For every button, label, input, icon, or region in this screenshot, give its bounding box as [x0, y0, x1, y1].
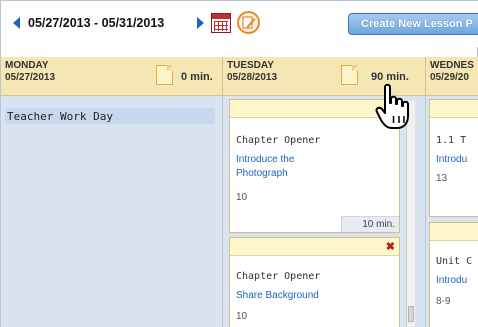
lesson-link[interactable]: Introdu — [436, 153, 467, 167]
scrollbar-thumb[interactable] — [408, 306, 414, 322]
event-item[interactable]: Teacher Work Day — [5, 108, 215, 124]
calendar-icon[interactable] — [211, 13, 231, 33]
planner-window: 05/27/2013 - 05/31/2013 Create New Lesso… — [0, 0, 478, 327]
lesson-card[interactable]: 1.1 T Introdu 13 — [429, 99, 478, 217]
lesson-link[interactable]: Share Background — [236, 289, 319, 303]
close-icon[interactable]: ✖ — [386, 240, 395, 253]
create-lesson-button[interactable]: Create New Lesson P — [348, 13, 478, 35]
column-day: TUESDAY — [227, 60, 274, 71]
lesson-title: Chapter Opener — [236, 271, 321, 282]
note-icon[interactable] — [341, 65, 358, 85]
card-header — [430, 223, 478, 241]
column-body-wednesday: 1.1 T Introdu 13 Unit C Introdu 8-9 — [426, 96, 478, 327]
pencil-icon[interactable] — [237, 11, 260, 34]
column-header-wednesday: WEDNES 05/29/20 — [426, 57, 478, 96]
lesson-link[interactable]: Introduce the Photograph — [236, 153, 294, 181]
lesson-pages: 10 — [236, 311, 248, 322]
lesson-card[interactable]: ✖ Chapter Opener Share Background 10 — [229, 237, 400, 327]
lesson-title: 1.1 T — [436, 135, 467, 146]
lesson-pages: 13 — [436, 173, 448, 184]
next-week-icon[interactable] — [197, 17, 204, 29]
card-header: ✖ — [230, 238, 399, 256]
column-minutes: 0 min. — [181, 71, 213, 83]
note-icon[interactable] — [156, 65, 173, 85]
calendar-icon-grid — [214, 21, 228, 31]
prev-week-icon[interactable] — [13, 17, 20, 29]
lesson-pages: 8-9 — [436, 296, 451, 307]
card-header — [430, 100, 478, 118]
column-day: MONDAY — [5, 60, 49, 71]
lesson-pages: 10 — [236, 192, 248, 203]
lesson-card[interactable]: Unit C Introdu 8-9 — [429, 222, 478, 327]
lesson-link-line[interactable]: Introduce the — [236, 154, 294, 165]
column-date: 05/29/20 — [430, 72, 469, 83]
column-header-monday: MONDAY 05/27/2013 0 min. — [1, 57, 223, 96]
lesson-link-line[interactable]: Photograph — [236, 168, 288, 179]
toolbar: 05/27/2013 - 05/31/2013 Create New Lesso… — [1, 1, 478, 47]
lesson-duration: 10 min. — [341, 216, 399, 232]
date-range-label: 05/27/2013 - 05/31/2013 — [28, 16, 165, 30]
lesson-link[interactable]: Introdu — [436, 274, 467, 288]
lesson-title: Unit C — [436, 256, 473, 267]
column-date: 05/28/2013 — [227, 72, 278, 83]
column-date: 05/27/2013 — [5, 72, 56, 83]
calendar-icon-header — [212, 14, 230, 19]
lesson-title: Chapter Opener — [236, 135, 321, 146]
column-day: WEDNES — [430, 60, 474, 71]
column-minutes: 90 min. — [371, 71, 409, 83]
card-header: ✖ — [230, 100, 399, 118]
scrollbar[interactable] — [406, 101, 415, 327]
column-body-monday: Teacher Work Day — [1, 96, 223, 327]
hand-pointer-icon — [375, 83, 409, 129]
